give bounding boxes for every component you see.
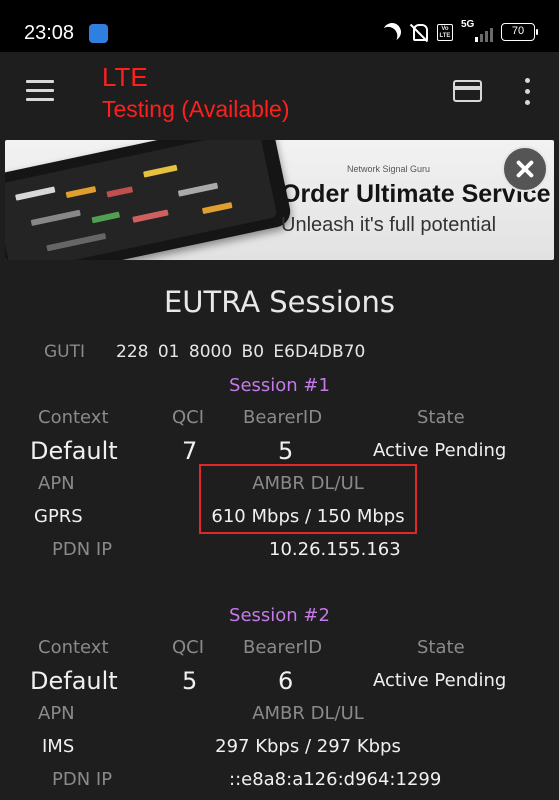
status-icons: Vo LTE 5G 70 <box>380 19 538 44</box>
apn-label: APN <box>38 473 75 494</box>
highlight-box <box>199 464 417 534</box>
status-time: 23:08 <box>24 22 75 44</box>
bearer-id-value: 6 <box>278 667 294 695</box>
more-vert-icon[interactable] <box>520 78 534 106</box>
toolbar-title: LTE <box>102 62 148 92</box>
apn-value: GPRS <box>34 506 83 527</box>
ambr-value: 297 Kbps / 297 Kbps <box>215 736 401 757</box>
state-value: Active Pending <box>373 440 507 461</box>
session-title: Session #2 <box>229 605 330 626</box>
guti-value: 228 01 8000 B0 E6D4DB70 <box>116 342 366 362</box>
ad-brand: Network Signal Guru <box>347 164 431 174</box>
app-notification-icon <box>89 24 108 43</box>
context-label: Context <box>38 637 109 658</box>
ad-banner[interactable]: Network Signal Guru Order Ultimate Servi… <box>5 140 554 260</box>
pdn-ip-label: PDN IP <box>52 539 113 560</box>
qci-value: 5 <box>182 667 198 695</box>
qci-label: QCI <box>172 637 205 658</box>
app-toolbar: LTE Testing (Available) <box>0 52 559 134</box>
page-title: EUTRA Sessions <box>163 285 396 319</box>
qci-label: QCI <box>172 407 205 428</box>
apn-value: IMS <box>42 736 75 757</box>
state-value: Active Pending <box>373 670 507 691</box>
pdn-ip-value: 10.26.155.163 <box>269 539 401 560</box>
mute-icon <box>409 22 429 42</box>
session-block: Session #2 Context QCI BearerID State De… <box>0 605 559 800</box>
ad-phone-image <box>5 140 294 260</box>
pdn-ip-value: ::e8a8:a126:d964:1299 <box>229 769 442 790</box>
context-value: Default <box>30 437 118 465</box>
menu-icon[interactable] <box>26 80 54 102</box>
moon-icon <box>380 20 404 44</box>
qci-value: 7 <box>182 437 198 465</box>
ambr-label: AMBR DL/UL <box>252 703 364 724</box>
guti-label: GUTI <box>44 342 86 362</box>
ad-subline: Unleash it's full potential <box>281 214 497 236</box>
context-label: Context <box>38 407 109 428</box>
volte-icon: Vo LTE <box>437 23 453 41</box>
session-title: Session #1 <box>229 375 330 396</box>
bearer-id-label: BearerID <box>243 637 323 658</box>
signal-icon: 5G <box>461 19 493 42</box>
toolbar-subtitle: Testing (Available) <box>102 96 290 122</box>
battery-icon: 70 <box>501 23 538 41</box>
bearer-id-value: 5 <box>278 437 294 465</box>
bearer-id-label: BearerID <box>243 407 323 428</box>
network-type-label: 5G <box>461 19 475 30</box>
pdn-ip-label: PDN IP <box>52 769 113 790</box>
status-bar: 23:08 Vo LTE 5G 70 <box>0 0 559 52</box>
state-label: State <box>417 407 465 428</box>
close-icon[interactable] <box>502 146 548 192</box>
card-icon[interactable] <box>453 80 482 102</box>
state-label: State <box>417 637 465 658</box>
apn-label: APN <box>38 703 75 724</box>
context-value: Default <box>30 667 118 695</box>
